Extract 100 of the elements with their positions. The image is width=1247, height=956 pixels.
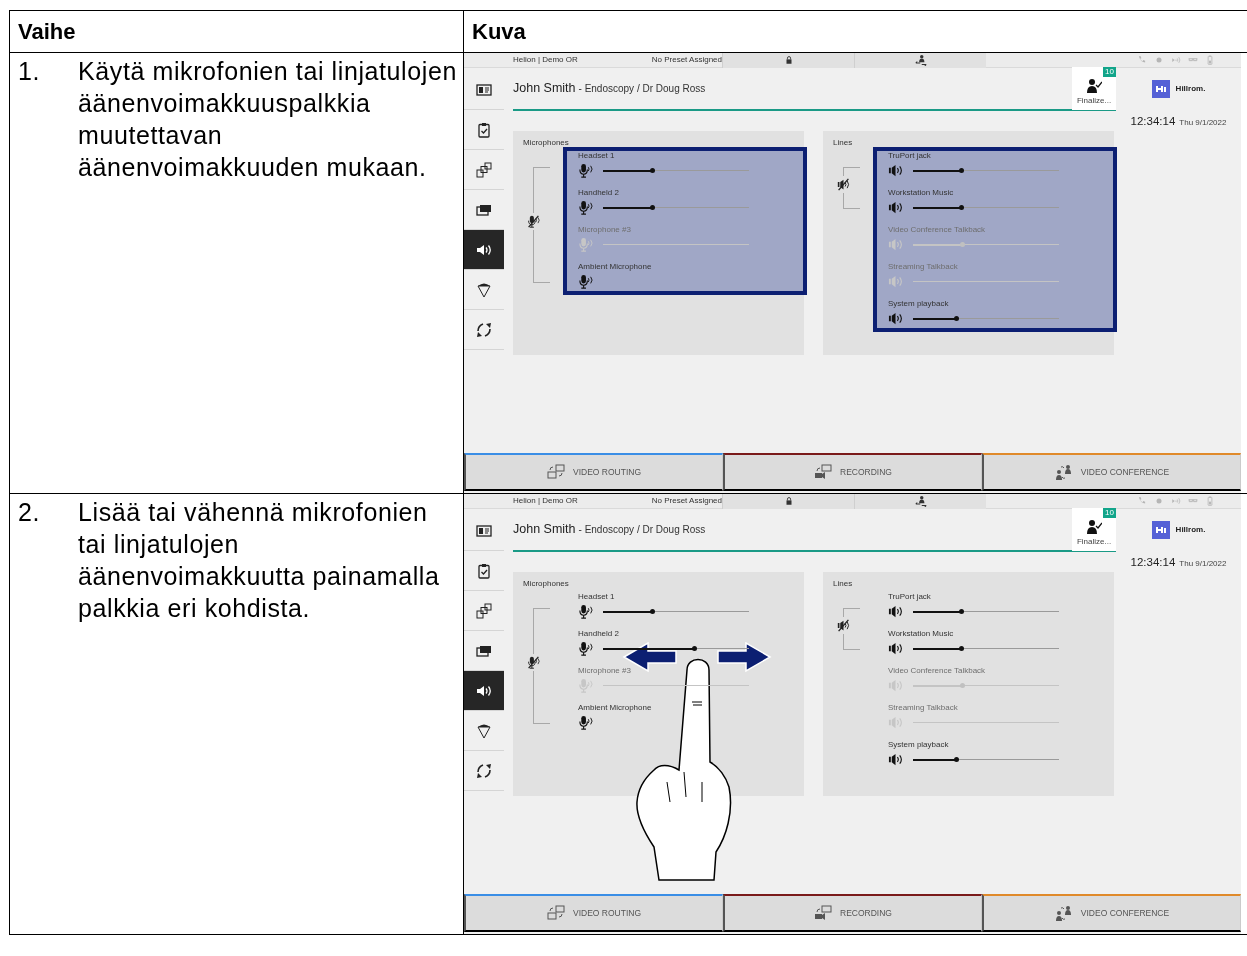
- signal-icon: [1171, 55, 1181, 65]
- slider-knob[interactable]: [958, 609, 964, 614]
- speaker-icon: [888, 641, 903, 656]
- channel-name: Streaming Talkback: [888, 261, 959, 273]
- right-arrow-icon: [717, 642, 772, 673]
- stacked-windows-icon: [476, 602, 492, 619]
- preset-label: No Preset Assigned: [651, 54, 722, 66]
- count-badge: 10: [1103, 508, 1116, 518]
- muted-mic-icon: [527, 214, 540, 228]
- channel-name: Handheld 2: [578, 628, 620, 640]
- person-check-icon: [1086, 519, 1102, 535]
- speaker-icon: [888, 237, 903, 252]
- panel-title: Lines: [832, 578, 854, 588]
- microphone-icon: [578, 200, 593, 215]
- room-label: Helion | Demo OR: [513, 54, 578, 66]
- channel-name: System playback: [888, 298, 950, 310]
- bottom-tab[interactable]: VIDEO ROUTING: [464, 453, 723, 491]
- clock-time: 12:34:14: [1130, 114, 1176, 129]
- slider-knob[interactable]: [958, 205, 964, 210]
- battery-icon: [1205, 55, 1215, 65]
- channel-name: Headset 1: [578, 591, 616, 603]
- patient-name: John Smith: [513, 80, 576, 98]
- clock-date: Thu 9/1/2022: [1179, 558, 1227, 570]
- slider-knob[interactable]: [954, 757, 960, 762]
- speaker-icon: [888, 752, 903, 767]
- column-header: Vaihe: [18, 19, 76, 44]
- bottom-tab[interactable]: RECORDING: [723, 894, 982, 932]
- muted-mic-icon: [527, 655, 540, 669]
- channel-name: Video Conference Talkback: [888, 665, 987, 677]
- channel-name: Headset 1: [578, 150, 616, 162]
- clock-time: 12:34:14: [1130, 555, 1176, 570]
- lamp-icon: [476, 722, 492, 739]
- camera-film-icon: [814, 905, 832, 921]
- panel-title: Microphones: [522, 137, 570, 147]
- slider-knob[interactable]: [958, 646, 964, 651]
- room-label: Helion | Demo OR: [513, 495, 578, 507]
- microphone-icon: [578, 678, 593, 693]
- bottom-tab[interactable]: VIDEO ROUTING: [464, 894, 723, 932]
- patient-name: John Smith: [513, 521, 576, 539]
- step-text: Käytä mikrofonien tai linjatulojen äänenvoimakkuuspalkkia muutettavan äänenvoimakkuuden mukaan.: [78, 56, 458, 183]
- lamp-icon: [476, 281, 492, 298]
- sidebar-item[interactable]: [464, 230, 504, 270]
- speaker-icon: [888, 715, 903, 730]
- speaker-icon: [888, 163, 903, 178]
- slider-knob[interactable]: [650, 205, 656, 210]
- panel-title: Lines: [832, 137, 854, 147]
- channel-name: TruPort jack: [888, 150, 932, 162]
- channel-name: Microphone #3: [578, 224, 632, 236]
- step-text: Lisää tai vähennä mikrofonien tai linjatulojen äänenvoimakkuutta painamalla palkkia eri kohdista.: [78, 497, 441, 624]
- channel-name: Microphone #3: [578, 665, 632, 677]
- procedure-label: - Endoscopy / Dr Doug Ross: [578, 82, 706, 96]
- slider-knob[interactable]: [958, 168, 964, 173]
- channel-name: System playback: [888, 739, 950, 751]
- slider-knob[interactable]: [650, 168, 656, 173]
- person-arrows-icon: [914, 54, 927, 66]
- curved-arrows-icon: [476, 762, 492, 779]
- phone-icon: [1137, 55, 1147, 65]
- channel-name: Workstation Music: [888, 187, 955, 199]
- column-header: Kuva: [472, 19, 526, 44]
- procedure-label: - Endoscopy / Dr Doug Ross: [578, 523, 706, 537]
- channel-name: Video Conference Talkback: [888, 224, 987, 236]
- finalize-button[interactable]: Finalize... 10: [1072, 508, 1116, 551]
- muted-speaker-icon: [837, 618, 850, 632]
- speaker-icon: [888, 678, 903, 693]
- microphone-icon: [578, 163, 593, 178]
- finalize-button[interactable]: Finalize... 10: [1072, 67, 1116, 110]
- slider-knob[interactable]: [692, 646, 698, 651]
- microphone-icon: [578, 641, 593, 656]
- channel-name: Ambient Microphone: [578, 702, 653, 714]
- slider-knob[interactable]: [954, 316, 960, 321]
- channel-name: Handheld 2: [578, 187, 620, 199]
- id-card-icon: [476, 522, 492, 539]
- clock-date: Thu 9/1/2022: [1179, 117, 1227, 129]
- panel-title: Microphones: [522, 578, 570, 588]
- count-badge: 10: [1103, 67, 1116, 77]
- slider-knob[interactable]: [650, 609, 656, 614]
- curved-arrows-icon: [476, 321, 492, 338]
- sidebar-item[interactable]: [464, 671, 504, 711]
- phone-icon: [1137, 496, 1147, 506]
- bottom-tab[interactable]: RECORDING: [723, 453, 982, 491]
- people-swap-icon: [1054, 905, 1073, 921]
- person-check-icon: [1086, 78, 1102, 94]
- person-arrows-icon: [914, 495, 927, 507]
- logo-mark-icon: [1151, 521, 1170, 539]
- signal-icon: [1171, 496, 1181, 506]
- step-number: 2.: [18, 497, 42, 528]
- channel-name: Streaming Talkback: [888, 702, 959, 714]
- logo-mark-icon: [1151, 80, 1170, 98]
- monitor-swap-icon: [547, 905, 565, 921]
- microphone-icon: [578, 237, 593, 252]
- dot-icon: [1154, 55, 1164, 65]
- channel-name: TruPort jack: [888, 591, 932, 603]
- clipboard-check-icon: [476, 121, 492, 138]
- bottom-tab[interactable]: VIDEO CONFERENCE: [982, 894, 1241, 932]
- microphone-icon: [578, 715, 593, 730]
- clipboard-check-icon: [476, 562, 492, 579]
- speaker-icon: [888, 311, 903, 326]
- muted-speaker-icon: [837, 177, 850, 191]
- bottom-tab[interactable]: VIDEO CONFERENCE: [982, 453, 1241, 491]
- microphone-icon: [578, 604, 593, 619]
